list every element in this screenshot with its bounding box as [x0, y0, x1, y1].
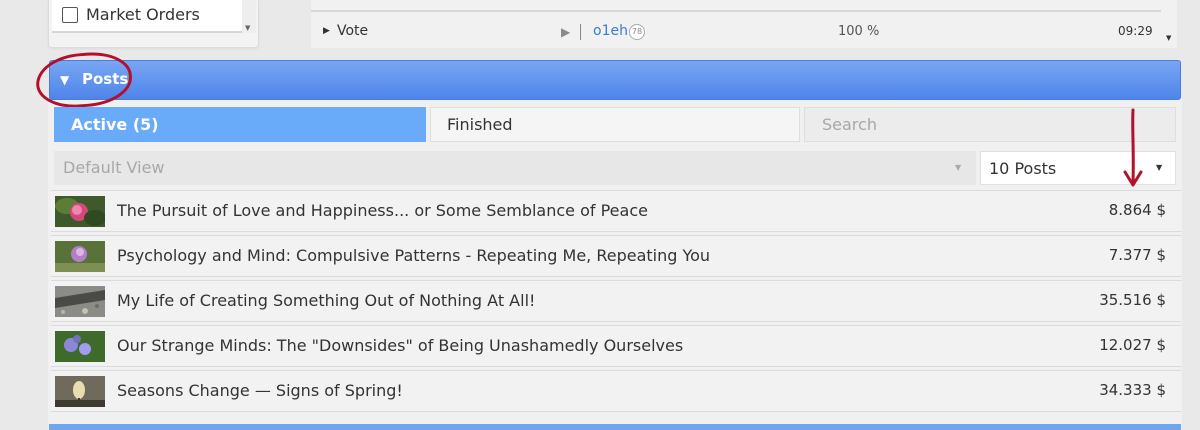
post-payout: 7.377 $: [1108, 246, 1166, 264]
post-thumbnail[interactable]: [55, 376, 105, 407]
post-row[interactable]: My Life of Creating Something Out of Not…: [51, 280, 1181, 322]
divider: [580, 24, 581, 40]
post-thumbnail[interactable]: [55, 241, 105, 272]
reputation-badge: 78: [629, 24, 645, 40]
scroll-down-icon[interactable]: ▼: [245, 24, 250, 32]
vote-time: 09:29: [1118, 24, 1153, 38]
post-row[interactable]: Our Strange Minds: The "Downsides" of Be…: [51, 325, 1181, 367]
chevron-down-icon[interactable]: ▼: [955, 163, 961, 172]
post-row[interactable]: The Pursuit of Love and Happiness... or …: [51, 190, 1181, 232]
post-title-link[interactable]: Psychology and Mind: Compulsive Patterns…: [117, 246, 710, 265]
post-thumbnail[interactable]: [55, 331, 105, 362]
post-row[interactable]: Psychology and Mind: Compulsive Patterns…: [51, 235, 1181, 277]
post-count-select[interactable]: 10 Posts: [980, 151, 1176, 185]
view-select[interactable]: Default View: [54, 151, 976, 185]
tab-active[interactable]: Active (5): [54, 107, 426, 142]
post-thumbnail[interactable]: [55, 196, 105, 227]
market-orders-label: Market Orders: [86, 5, 200, 24]
voter-username-link[interactable]: o1eh: [593, 23, 628, 39]
expand-triangle-icon[interactable]: ▶: [323, 26, 330, 36]
divider: [311, 10, 1161, 12]
search-input[interactable]: Search: [804, 107, 1176, 142]
scroll-down-icon[interactable]: ▼: [1166, 34, 1171, 42]
vote-percent: 100 %: [838, 24, 880, 39]
post-payout: 8.864 $: [1108, 201, 1166, 219]
annotation-arrow: [1123, 108, 1143, 187]
post-row[interactable]: Seasons Change — Signs of Spring! 34.333…: [51, 370, 1181, 412]
post-thumbnail[interactable]: [55, 286, 105, 317]
market-orders-checkbox[interactable]: [62, 7, 78, 23]
posts-panel-header[interactable]: [49, 60, 1181, 100]
chevron-down-icon[interactable]: ▼: [1156, 163, 1162, 172]
post-title-link[interactable]: Seasons Change — Signs of Spring!: [117, 381, 403, 400]
post-title-link[interactable]: My Life of Creating Something Out of Not…: [117, 291, 535, 310]
post-payout: 35.516 $: [1099, 291, 1166, 309]
vote-label: Vote: [337, 23, 369, 39]
tab-finished[interactable]: Finished: [430, 107, 800, 142]
post-payout: 12.027 $: [1099, 336, 1166, 354]
post-title-link[interactable]: The Pursuit of Love and Happiness... or …: [117, 201, 648, 220]
next-panel-header[interactable]: [49, 424, 1181, 430]
post-title-link[interactable]: Our Strange Minds: The "Downsides" of Be…: [117, 336, 683, 355]
vote-list-panel: [311, 0, 1177, 48]
post-payout: 34.333 $: [1099, 381, 1166, 399]
play-icon[interactable]: ▶: [561, 25, 570, 39]
